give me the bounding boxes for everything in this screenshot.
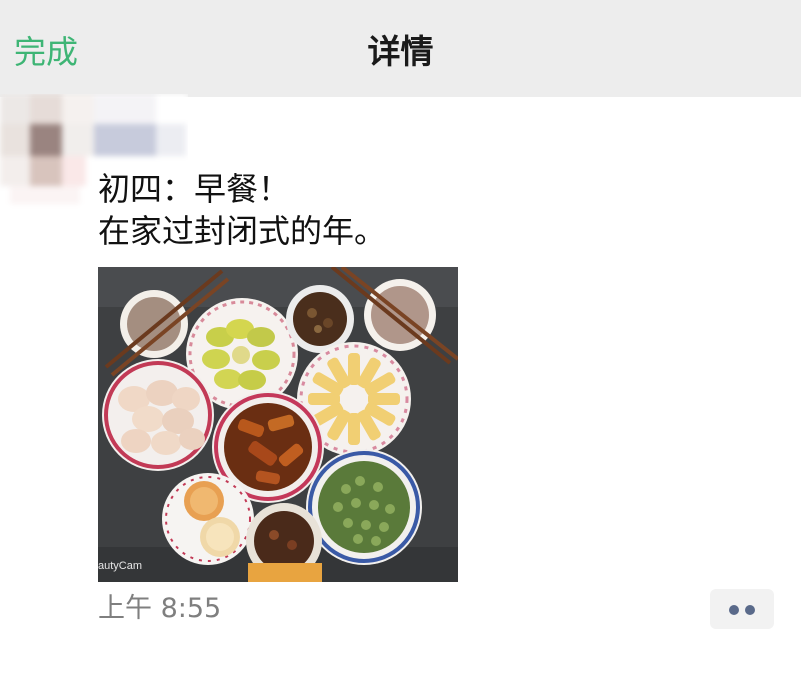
post-text-line: 初四：早餐！ [98,170,291,208]
photo-watermark: autyCam [98,560,142,572]
post-text: 初四：早餐！ 在家过封闭式的年。 [98,168,778,252]
post-text-line: 在家过封闭式的年。 [98,212,387,250]
more-button[interactable] [710,589,774,629]
page-title: 详情 [367,32,434,71]
post-time: 上午 8:55 [98,593,222,624]
post-photo[interactable]: autyCam [98,267,458,582]
navigation-bar: 完成 详情 [0,0,801,97]
